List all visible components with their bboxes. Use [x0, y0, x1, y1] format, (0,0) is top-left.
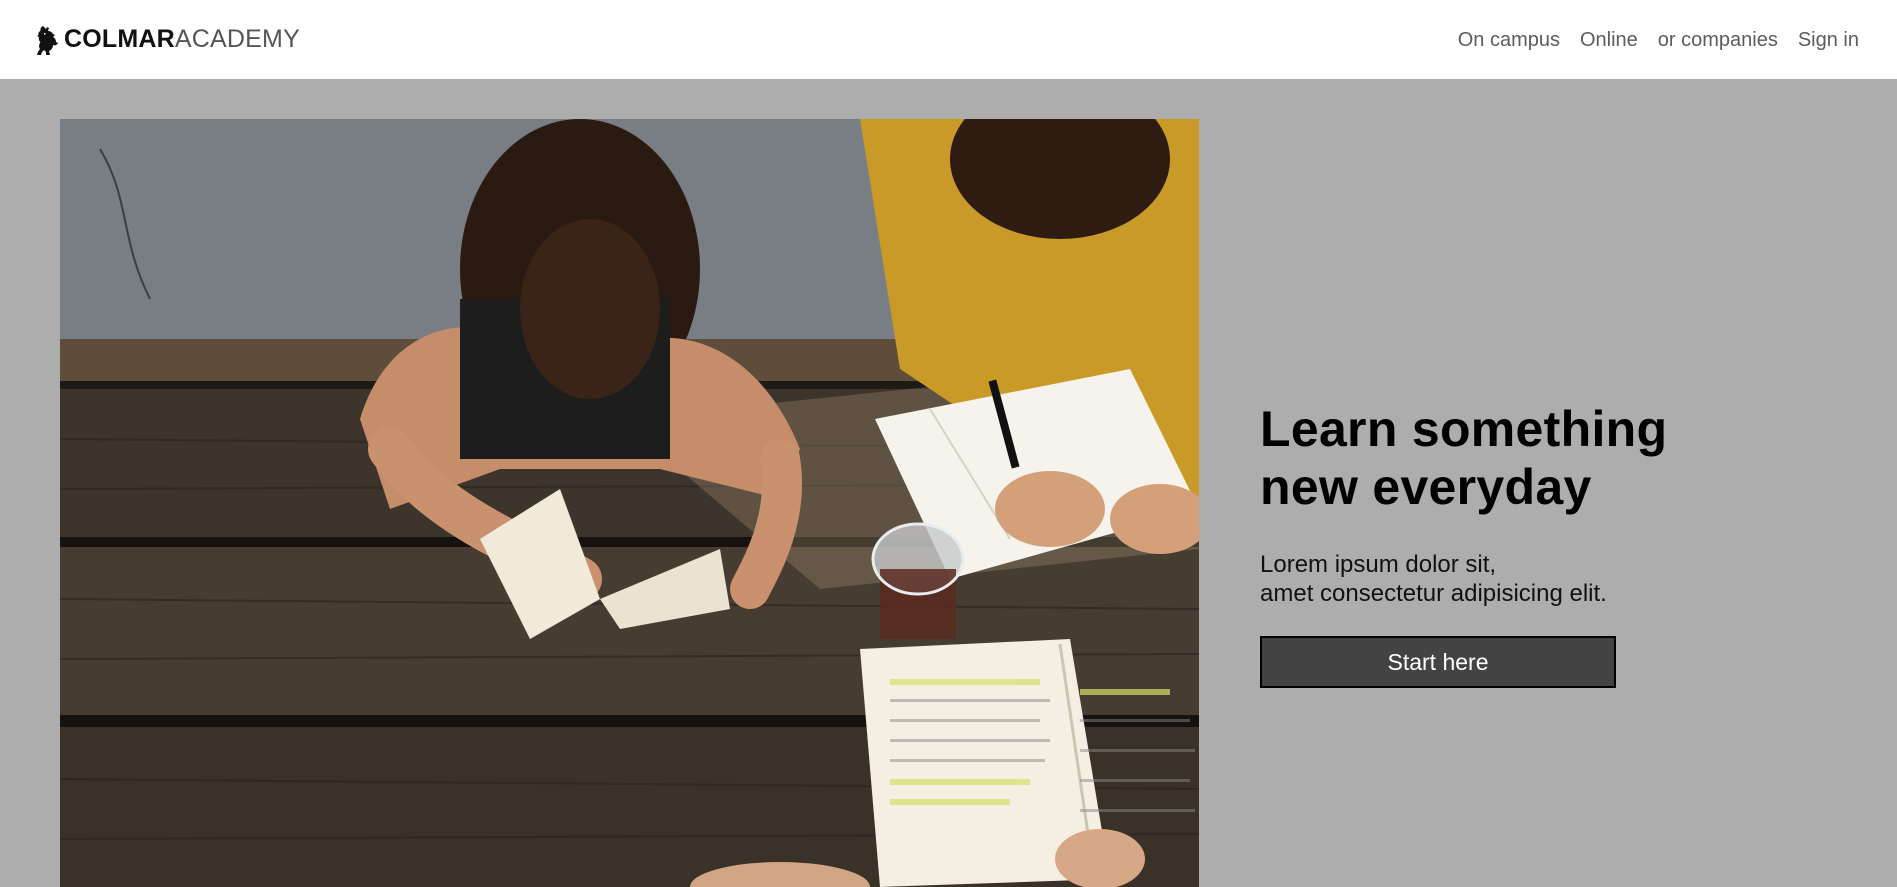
start-here-button[interactable]: Start here [1260, 636, 1616, 688]
hero-title-line-2: new everyday [1260, 459, 1592, 515]
logo[interactable]: COLMARACADEMY [34, 20, 300, 60]
hero-image [60, 119, 1199, 887]
hero-copy: Learn something new everyday Lorem ipsum… [1260, 400, 1820, 688]
hero-photo-illustration [60, 119, 1199, 887]
nav-link-online[interactable]: Online [1580, 30, 1638, 50]
lion-rampant-icon [37, 25, 58, 55]
logo-wordmark-bold: COLMAR [64, 25, 175, 53]
logo-wordmark-light: ACADEMY [174, 25, 300, 53]
hero-subtitle: Lorem ipsum dolor sit, amet consectetur … [1260, 550, 1820, 608]
hero-subtitle-line-2: amet consectetur adipisicing elit. [1260, 580, 1607, 607]
nav-link-sign-in[interactable]: Sign in [1798, 30, 1859, 50]
hero-title: Learn something new everyday [1260, 400, 1820, 516]
nav-link-companies[interactable]: or companies [1658, 30, 1778, 50]
nav-link-on-campus[interactable]: On campus [1458, 30, 1560, 50]
site-header: COLMARACADEMY On campus Online or compan… [0, 0, 1897, 79]
main-nav: On campus Online or companies Sign in [1438, 30, 1859, 50]
hero-subtitle-line-1: Lorem ipsum dolor sit, [1260, 551, 1497, 578]
hero-title-line-1: Learn something [1260, 401, 1668, 457]
